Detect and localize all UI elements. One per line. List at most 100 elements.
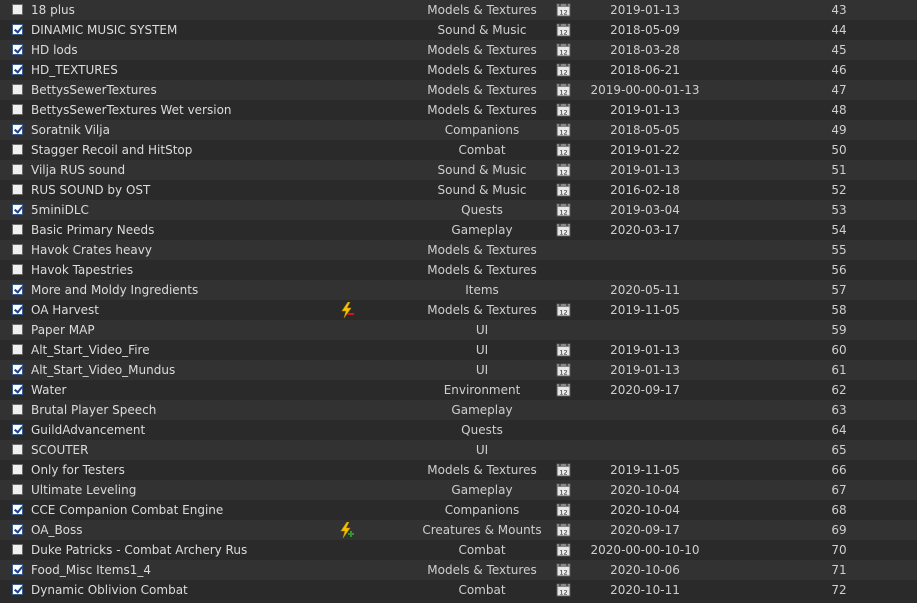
mod-priority: 49 [831,123,847,137]
mod-row[interactable]: Vilja RUS sound Sound & Music 12 2019-01-13… [0,160,917,180]
mod-category: Models & Textures [427,63,537,77]
mod-row[interactable]: Brutal Player Speech Gameplay 63 [0,400,917,420]
mod-category: UI [475,343,489,357]
mod-category: Models & Textures [427,43,537,57]
mod-row[interactable]: 5miniDLC Quests 12 2019-03-04 53 [0,200,917,220]
mod-name: Water [31,383,67,397]
mod-row[interactable]: HD_TEXTURES Models & Textures 12 2018-06-21… [0,60,917,80]
mod-row[interactable]: Basic Primary Needs Gameplay 12 2020-03-17 5… [0,220,917,240]
calendar-icon: 12 [556,542,571,557]
mod-enable-checkbox[interactable] [12,444,23,455]
mod-row[interactable]: CCE Companion Combat Engine Companions 12 2… [0,500,917,520]
svg-text:12: 12 [559,469,567,477]
mod-row[interactable]: GuildAdvancement Quests 64 [0,420,917,440]
mod-enable-checkbox[interactable] [12,224,23,235]
mod-row[interactable]: Alt_Start_Video_Mundus UI 12 2019-01-13 61 [0,360,917,380]
mod-enable-checkbox[interactable] [12,184,23,195]
lightning-plus-icon[interactable] [339,521,355,539]
mod-date: 2018-06-21 [610,63,680,77]
mod-enable-checkbox[interactable] [12,64,23,75]
mod-name: 5miniDLC [31,203,89,217]
mod-category: Models & Textures [427,103,537,117]
mod-enable-checkbox[interactable] [12,464,23,475]
mod-enable-checkbox[interactable] [12,164,23,175]
mod-enable-checkbox[interactable] [12,204,23,215]
mod-row[interactable]: Food_Misc Items1_4 Models & Textures 12 202… [0,560,917,580]
mod-row[interactable]: Soratnik Vilja Companions 12 2018-05-05 49 [0,120,917,140]
mod-category: Sound & Music [437,183,527,197]
mod-enable-checkbox[interactable] [12,24,23,35]
mod-enable-checkbox[interactable] [12,4,23,15]
mod-date: 2020-03-17 [610,223,680,237]
mod-row[interactable]: RUS SOUND by OST Sound & Music 12 2016-02-1… [0,180,917,200]
mod-enable-checkbox[interactable] [12,504,23,515]
mod-name: DINAMIC MUSIC SYSTEM [31,23,178,37]
svg-text:12: 12 [559,169,567,177]
svg-text:12: 12 [559,309,567,317]
mod-enable-checkbox[interactable] [12,424,23,435]
mod-date: 2020-00-00-10-10 [590,543,700,557]
mod-priority: 43 [831,3,847,17]
mod-row[interactable]: Ultimate Leveling Gameplay 12 2020-10-04 67 [0,480,917,500]
mod-date: 2019-01-13 [610,3,680,17]
mod-row[interactable]: More and Moldy Ingredients Items 2020-05-1… [0,280,917,300]
lightning-warning-icon[interactable] [339,301,355,319]
mod-enable-checkbox[interactable] [12,84,23,95]
mod-enable-checkbox[interactable] [12,264,23,275]
mod-row[interactable]: DINAMIC MUSIC SYSTEM Sound & Music 12 2018-… [0,20,917,40]
mod-enable-checkbox[interactable] [12,324,23,335]
calendar-icon: 12 [556,182,571,197]
mod-enable-checkbox[interactable] [12,44,23,55]
mod-name: Soratnik Vilja [31,123,110,137]
mod-name: Basic Primary Needs [31,223,155,237]
mod-enable-checkbox[interactable] [12,344,23,355]
mod-row[interactable]: Stagger Recoil and HitStop Combat 12 2019-0… [0,140,917,160]
mod-row[interactable]: OA Harvest Models & Textures 12 2019-11-05 5… [0,300,917,320]
mod-enable-checkbox[interactable] [12,244,23,255]
mod-row[interactable]: BettysSewerTextures Wet version Models & … [0,100,917,120]
calendar-icon: 12 [556,482,571,497]
mod-category: Models & Textures [427,263,537,277]
mod-date: 2016-02-18 [610,183,680,197]
mod-enable-checkbox[interactable] [12,384,23,395]
mod-enable-checkbox[interactable] [12,124,23,135]
mod-name: Dynamic Oblivion Combat [31,583,188,597]
mod-row[interactable]: Only for Testers Models & Textures 12 2019-… [0,460,917,480]
mod-row[interactable]: Water Environment 12 2020-09-17 62 [0,380,917,400]
mod-row[interactable]: Havok Tapestries Models & Textures 56 [0,260,917,280]
mod-row[interactable]: Dynamic Oblivion Combat Combat 12 2020-10-1… [0,580,917,600]
mod-category: Combat [458,143,506,157]
mod-enable-checkbox[interactable] [12,304,23,315]
mod-enable-checkbox[interactable] [12,544,23,555]
mod-priority: 65 [831,443,847,457]
svg-text:12: 12 [559,189,567,197]
mod-enable-checkbox[interactable] [12,524,23,535]
mod-row[interactable]: SCOUTER UI 65 [0,440,917,460]
mod-enable-checkbox[interactable] [12,284,23,295]
mod-name: HD lods [31,43,78,57]
mod-row[interactable]: Paper MAP UI 59 [0,320,917,340]
mod-row[interactable]: Duke Patricks - Combat Archery Rus Combat… [0,540,917,560]
mod-enable-checkbox[interactable] [12,144,23,155]
mod-enable-checkbox[interactable] [12,564,23,575]
mod-priority: 44 [831,23,847,37]
mod-row[interactable]: Alt_Start_Video_Fire UI 12 2019-01-13 60 [0,340,917,360]
mod-enable-checkbox[interactable] [12,104,23,115]
mod-enable-checkbox[interactable] [12,584,23,595]
mod-name: Alt_Start_Video_Fire [31,343,150,357]
mod-row[interactable]: Havok Crates heavy Models & Textures 55 [0,240,917,260]
mod-list: 18 plus Models & Textures 12 2019-01-13 43 DI… [0,0,917,600]
mod-enable-checkbox[interactable] [12,364,23,375]
mod-row[interactable]: BettysSewerTextures Models & Textures 12 20… [0,80,917,100]
mod-row[interactable]: OA_Boss Creatures & Mounts 12 2020-09-17 69 [0,520,917,540]
mod-enable-checkbox[interactable] [12,404,23,415]
svg-text:12: 12 [559,49,567,57]
mod-row[interactable]: HD lods Models & Textures 12 2018-03-28 45 [0,40,917,60]
mod-enable-checkbox[interactable] [12,484,23,495]
mod-priority: 64 [831,423,847,437]
mod-priority: 66 [831,463,847,477]
mod-category: Creatures & Mounts [422,523,542,537]
mod-name: RUS SOUND by OST [31,183,151,197]
calendar-icon: 12 [556,222,571,237]
mod-row[interactable]: 18 plus Models & Textures 12 2019-01-13 43 [0,0,917,20]
